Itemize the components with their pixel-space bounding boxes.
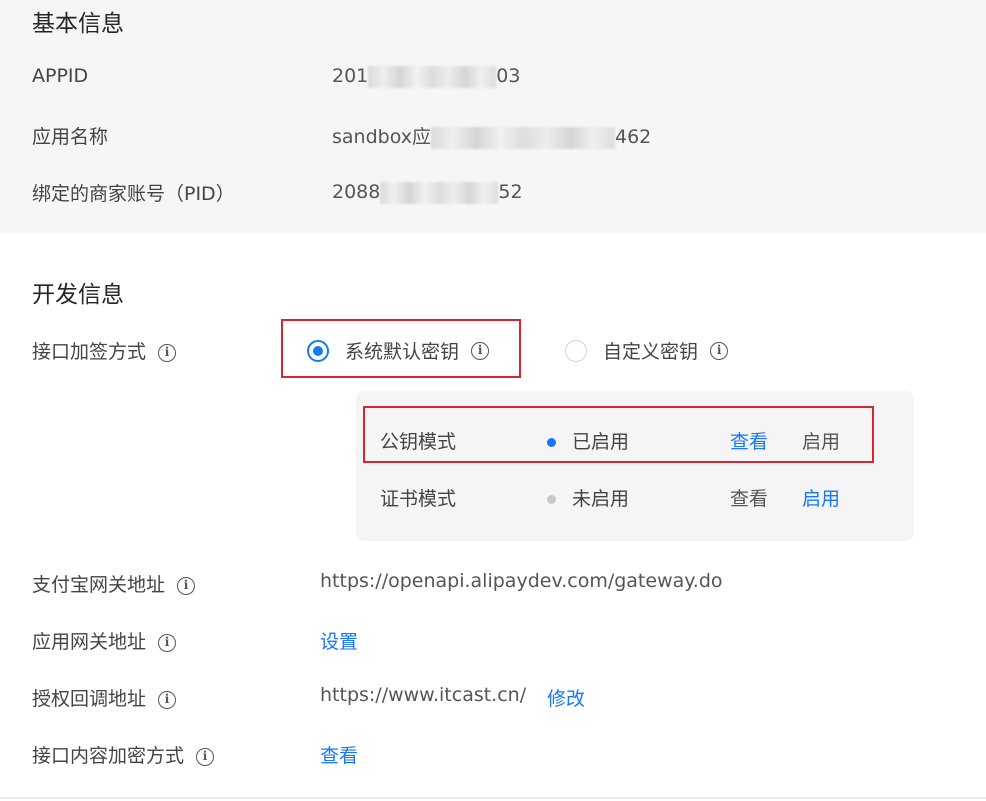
pid-value-suffix: 52 bbox=[498, 181, 523, 203]
auth-callback-label-text: 授权回调地址 bbox=[32, 688, 147, 710]
app-gateway-settings-link[interactable]: 设置 bbox=[320, 627, 358, 654]
radio-option-custom-key[interactable]: 自定义密钥 i bbox=[565, 337, 729, 364]
radio-unselected-icon[interactable] bbox=[565, 339, 587, 362]
info-circle-icon[interactable]: i bbox=[471, 341, 490, 360]
pid-value-prefix: 2088 bbox=[332, 181, 381, 203]
radio-selected-icon[interactable] bbox=[307, 339, 329, 362]
app-name-value-prefix: sandbox应 bbox=[332, 126, 431, 148]
appid-value-suffix: 03 bbox=[496, 65, 521, 87]
alipay-gateway-value: https://openapi.alipaydev.com/gateway.do bbox=[320, 570, 723, 592]
info-circle-icon[interactable]: i bbox=[158, 633, 177, 652]
info-circle-icon[interactable]: i bbox=[158, 343, 177, 362]
status-enabled-text: 已启用 bbox=[572, 431, 630, 453]
app-name-label: 应用名称 bbox=[32, 126, 109, 148]
bottom-divider bbox=[0, 797, 986, 799]
appid-value-prefix: 201 bbox=[332, 65, 369, 87]
mode-name-certificate: 证书模式 bbox=[380, 488, 457, 510]
radio-option-default-key[interactable]: 系统默认密钥 i bbox=[307, 337, 490, 364]
sign-method-label-text: 接口加签方式 bbox=[32, 341, 147, 363]
status-enabled: 已启用 bbox=[547, 427, 629, 454]
enable-certificate-link[interactable]: 启用 bbox=[802, 484, 840, 511]
status-dot-icon bbox=[547, 438, 556, 447]
auth-callback-edit-link[interactable]: 修改 bbox=[547, 684, 585, 711]
app-gateway-label-text: 应用网关地址 bbox=[32, 631, 147, 653]
pid-redacted bbox=[380, 181, 499, 204]
content-encryption-label: 接口内容加密方式 i bbox=[32, 741, 215, 768]
auth-callback-value: https://www.itcast.cn/ bbox=[320, 684, 527, 706]
dev-info-title: 开发信息 bbox=[32, 282, 124, 308]
basic-info-section: 基本信息 APPID 201 03 应用名称 sandbox应 462 绑定的商家账… bbox=[0, 0, 986, 233]
mode-name-public-key: 公钥模式 bbox=[380, 431, 457, 453]
app-name-value-suffix: 462 bbox=[615, 126, 652, 148]
view-certificate-link[interactable]: 查看 bbox=[730, 484, 768, 511]
info-circle-icon[interactable]: i bbox=[196, 747, 215, 766]
alipay-gateway-label: 支付宝网关地址 i bbox=[32, 570, 196, 597]
appid-redacted bbox=[368, 65, 497, 88]
appid-value: 201 03 bbox=[332, 65, 520, 88]
radio-default-key-label: 系统默认密钥 bbox=[345, 341, 460, 363]
status-disabled-text: 未启用 bbox=[572, 488, 630, 510]
app-name-redacted bbox=[431, 126, 615, 149]
status-dot-icon bbox=[547, 495, 556, 504]
sign-method-label: 接口加签方式 i bbox=[32, 337, 177, 364]
app-gateway-label: 应用网关地址 i bbox=[32, 627, 177, 654]
info-circle-icon[interactable]: i bbox=[177, 576, 196, 595]
auth-callback-label: 授权回调地址 i bbox=[32, 684, 177, 711]
alipay-gateway-label-text: 支付宝网关地址 bbox=[32, 574, 166, 596]
pid-value: 2088 52 bbox=[332, 181, 523, 204]
radio-custom-key-label: 自定义密钥 bbox=[603, 341, 699, 363]
view-public-key-link[interactable]: 查看 bbox=[730, 427, 768, 454]
info-circle-icon[interactable]: i bbox=[710, 341, 729, 360]
basic-info-title: 基本信息 bbox=[32, 11, 124, 37]
pid-label: 绑定的商家账号（PID） bbox=[32, 183, 235, 205]
status-disabled: 未启用 bbox=[547, 484, 629, 511]
content-encryption-view-link[interactable]: 查看 bbox=[320, 741, 358, 768]
info-circle-icon[interactable]: i bbox=[158, 690, 177, 709]
app-name-value: sandbox应 462 bbox=[332, 122, 651, 149]
appid-label: APPID bbox=[32, 65, 89, 87]
enable-public-key-button[interactable]: 启用 bbox=[802, 427, 840, 454]
content-encryption-label-text: 接口内容加密方式 bbox=[32, 745, 185, 767]
